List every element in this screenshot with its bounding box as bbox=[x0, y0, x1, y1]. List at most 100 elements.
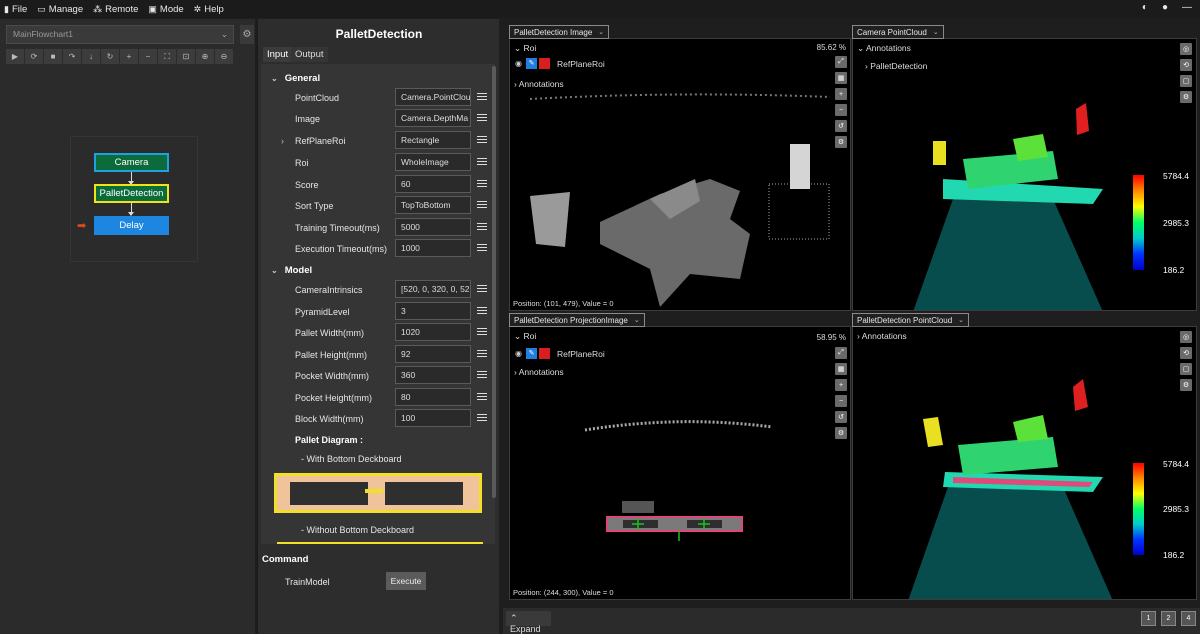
add-icon[interactable]: + bbox=[120, 49, 138, 64]
prop-image-input[interactable]: Camera.DepthMa bbox=[395, 109, 471, 127]
flowchart-settings-icon[interactable]: ⚙ bbox=[240, 25, 254, 44]
viewer-pointcloud-selector[interactable]: Camera PointCloud ⌄ bbox=[852, 25, 944, 39]
node-delay[interactable]: Delay bbox=[94, 216, 169, 235]
reset-view-icon[interactable]: ↺ bbox=[835, 411, 847, 423]
annotations-tree-item[interactable]: › Annotations bbox=[514, 367, 564, 377]
rotate-icon[interactable]: ⟲ bbox=[1180, 347, 1192, 359]
prop-roi-input[interactable]: WholeImage bbox=[395, 153, 471, 171]
grid-icon[interactable]: ▦ bbox=[835, 363, 847, 375]
settings-icon[interactable]: ⚙ bbox=[835, 136, 847, 148]
visibility-icon[interactable]: ◉ bbox=[513, 58, 524, 69]
prop-score-input[interactable]: 60 bbox=[395, 175, 471, 193]
settings-icon[interactable]: ⚙ bbox=[1180, 379, 1192, 391]
viewer-projection-selector[interactable]: PalletDetection ProjectionImage ⌄ bbox=[509, 313, 645, 327]
palletdetection-tree-item[interactable]: › PalletDetection bbox=[865, 61, 927, 71]
layout-1-button[interactable]: 1 bbox=[1141, 611, 1156, 626]
node-palletdetection[interactable]: PalletDetection bbox=[94, 184, 169, 203]
minimize-icon[interactable]: — bbox=[1182, 2, 1192, 13]
step-over-icon[interactable]: ↷ bbox=[63, 49, 81, 64]
prop-cameraintrinsics-input[interactable]: [520, 0, 320, 0, 52 bbox=[395, 280, 471, 298]
viewer-camera-pointcloud[interactable]: ⌄ Annotations › PalletDetection ◎ ⟲ ▢ ⚙ … bbox=[852, 38, 1197, 311]
theme-toggle-icon[interactable]: ◐ bbox=[1142, 2, 1148, 13]
menu-icon[interactable] bbox=[477, 158, 487, 166]
prop-pocket-width-input[interactable]: 360 bbox=[395, 366, 471, 384]
viewer-projection-image[interactable]: ⌄ Roi 58.95 % ◉ ✎ RefPlaneRoi › Annotati… bbox=[509, 326, 851, 600]
annotations-tree-item[interactable]: › Annotations bbox=[514, 79, 564, 89]
menu-help[interactable]: ✲ Help bbox=[194, 4, 224, 15]
prop-pointcloud-input[interactable]: Camera.PointClou bbox=[395, 88, 471, 106]
camera-view-icon[interactable]: ◎ bbox=[1180, 43, 1192, 55]
camera-view-icon[interactable]: ◎ bbox=[1180, 331, 1192, 343]
menu-icon[interactable] bbox=[477, 223, 487, 231]
settings-icon[interactable]: ⚙ bbox=[835, 427, 847, 439]
fit-icon[interactable]: ⤢ bbox=[835, 347, 847, 359]
layout-2-button[interactable]: 2 bbox=[1161, 611, 1176, 626]
zoom-in-icon[interactable]: ⊕ bbox=[196, 49, 214, 64]
run-icon[interactable]: ▶ bbox=[6, 49, 24, 64]
roi-tree-item[interactable]: ⌄ Roi bbox=[514, 331, 536, 342]
roi-tree-item[interactable]: ⌄ Roi bbox=[514, 43, 536, 54]
loop-icon[interactable]: ⟳ bbox=[25, 49, 43, 64]
visibility-icon[interactable]: ◉ bbox=[513, 348, 524, 359]
tab-output[interactable]: Output bbox=[291, 47, 328, 62]
node-camera[interactable]: Camera bbox=[94, 153, 169, 172]
zoom-out-icon[interactable]: − bbox=[835, 104, 847, 116]
menu-icon[interactable] bbox=[477, 350, 487, 358]
menu-icon[interactable] bbox=[477, 393, 487, 401]
layout-4-button[interactable]: 4 bbox=[1181, 611, 1196, 626]
zoom-out-icon[interactable]: − bbox=[835, 395, 847, 407]
fit-icon[interactable]: ⛶ bbox=[158, 49, 176, 64]
menu-remote[interactable]: ⁂ Remote bbox=[93, 4, 138, 15]
expand-button[interactable]: ⌃ Expand bbox=[506, 611, 551, 634]
menu-file[interactable]: ▮ File bbox=[4, 4, 27, 15]
step-into-icon[interactable]: ↓ bbox=[82, 49, 100, 64]
box-view-icon[interactable]: ▢ bbox=[1180, 363, 1192, 375]
box-view-icon[interactable]: ▢ bbox=[1180, 75, 1192, 87]
annotations-tree-item[interactable]: › Annotations bbox=[857, 331, 907, 341]
menu-icon[interactable] bbox=[477, 136, 487, 144]
stop-icon[interactable]: ■ bbox=[44, 49, 62, 64]
edit-icon[interactable]: ✎ bbox=[526, 58, 537, 69]
viewer-detection-pointcloud-selector[interactable]: PalletDetection PointCloud ⌄ bbox=[852, 313, 970, 327]
menu-manage[interactable]: ▭ Manage bbox=[37, 4, 83, 15]
properties-scrollbar[interactable] bbox=[492, 66, 496, 498]
viewer-image[interactable]: ⌄ Roi 85.62 % ◉ ✎ RefPlaneRoi › Annotati… bbox=[509, 38, 851, 311]
menu-mode[interactable]: ▣ Mode bbox=[148, 4, 183, 15]
viewer-detection-pointcloud[interactable]: › Annotations ◎ ⟲ ▢ ⚙ 5784.4 2985.3 186.… bbox=[852, 326, 1197, 600]
viewer-image-selector[interactable]: PalletDetection Image ⌄ bbox=[509, 25, 610, 39]
menu-icon[interactable] bbox=[477, 285, 487, 293]
zoom-in-icon[interactable]: + bbox=[835, 88, 847, 100]
grid-icon[interactable]: ▦ bbox=[835, 72, 847, 84]
reset-view-icon[interactable]: ↺ bbox=[835, 120, 847, 132]
remove-icon[interactable]: − bbox=[139, 49, 157, 64]
menu-icon[interactable] bbox=[477, 307, 487, 315]
edit-icon[interactable]: ✎ bbox=[526, 348, 537, 359]
tab-input[interactable]: Input bbox=[263, 47, 293, 62]
fit-icon[interactable]: ⤢ bbox=[835, 56, 847, 68]
prop-pocket-height-input[interactable]: 80 bbox=[395, 388, 471, 406]
color-swatch[interactable] bbox=[539, 348, 550, 359]
menu-icon[interactable] bbox=[477, 414, 487, 422]
prop-execution-timeout-input[interactable]: 1000 bbox=[395, 239, 471, 257]
reset-icon[interactable]: ↻ bbox=[101, 49, 119, 64]
zoom-out-icon[interactable]: ⊖ bbox=[215, 49, 233, 64]
section-model[interactable]: ⌄ Model bbox=[271, 265, 312, 276]
flowchart-select[interactable]: MainFlowchart1 ⌄ bbox=[6, 25, 234, 44]
section-general[interactable]: ⌄ General bbox=[271, 73, 320, 84]
annotations-tree-item[interactable]: ⌄ Annotations bbox=[857, 43, 911, 54]
fit-all-icon[interactable]: ⊡ bbox=[177, 49, 195, 64]
menu-icon[interactable] bbox=[477, 114, 487, 122]
menu-icon[interactable] bbox=[477, 328, 487, 336]
settings-icon[interactable]: ⚙ bbox=[1180, 91, 1192, 103]
menu-icon[interactable] bbox=[477, 180, 487, 188]
prop-training-timeout-input[interactable]: 5000 bbox=[395, 218, 471, 236]
execute-button[interactable]: Execute bbox=[386, 572, 426, 590]
prop-refplaneroi-input[interactable]: Rectangle bbox=[395, 131, 471, 149]
user-icon[interactable]: ● bbox=[1162, 2, 1168, 13]
menu-icon[interactable] bbox=[477, 244, 487, 252]
menu-icon[interactable] bbox=[477, 201, 487, 209]
prop-pallet-height-input[interactable]: 92 bbox=[395, 345, 471, 363]
expand-icon[interactable]: › bbox=[281, 136, 284, 146]
prop-sorttype-input[interactable]: TopToBottom bbox=[395, 196, 471, 214]
prop-pyramidlevel-input[interactable]: 3 bbox=[395, 302, 471, 320]
